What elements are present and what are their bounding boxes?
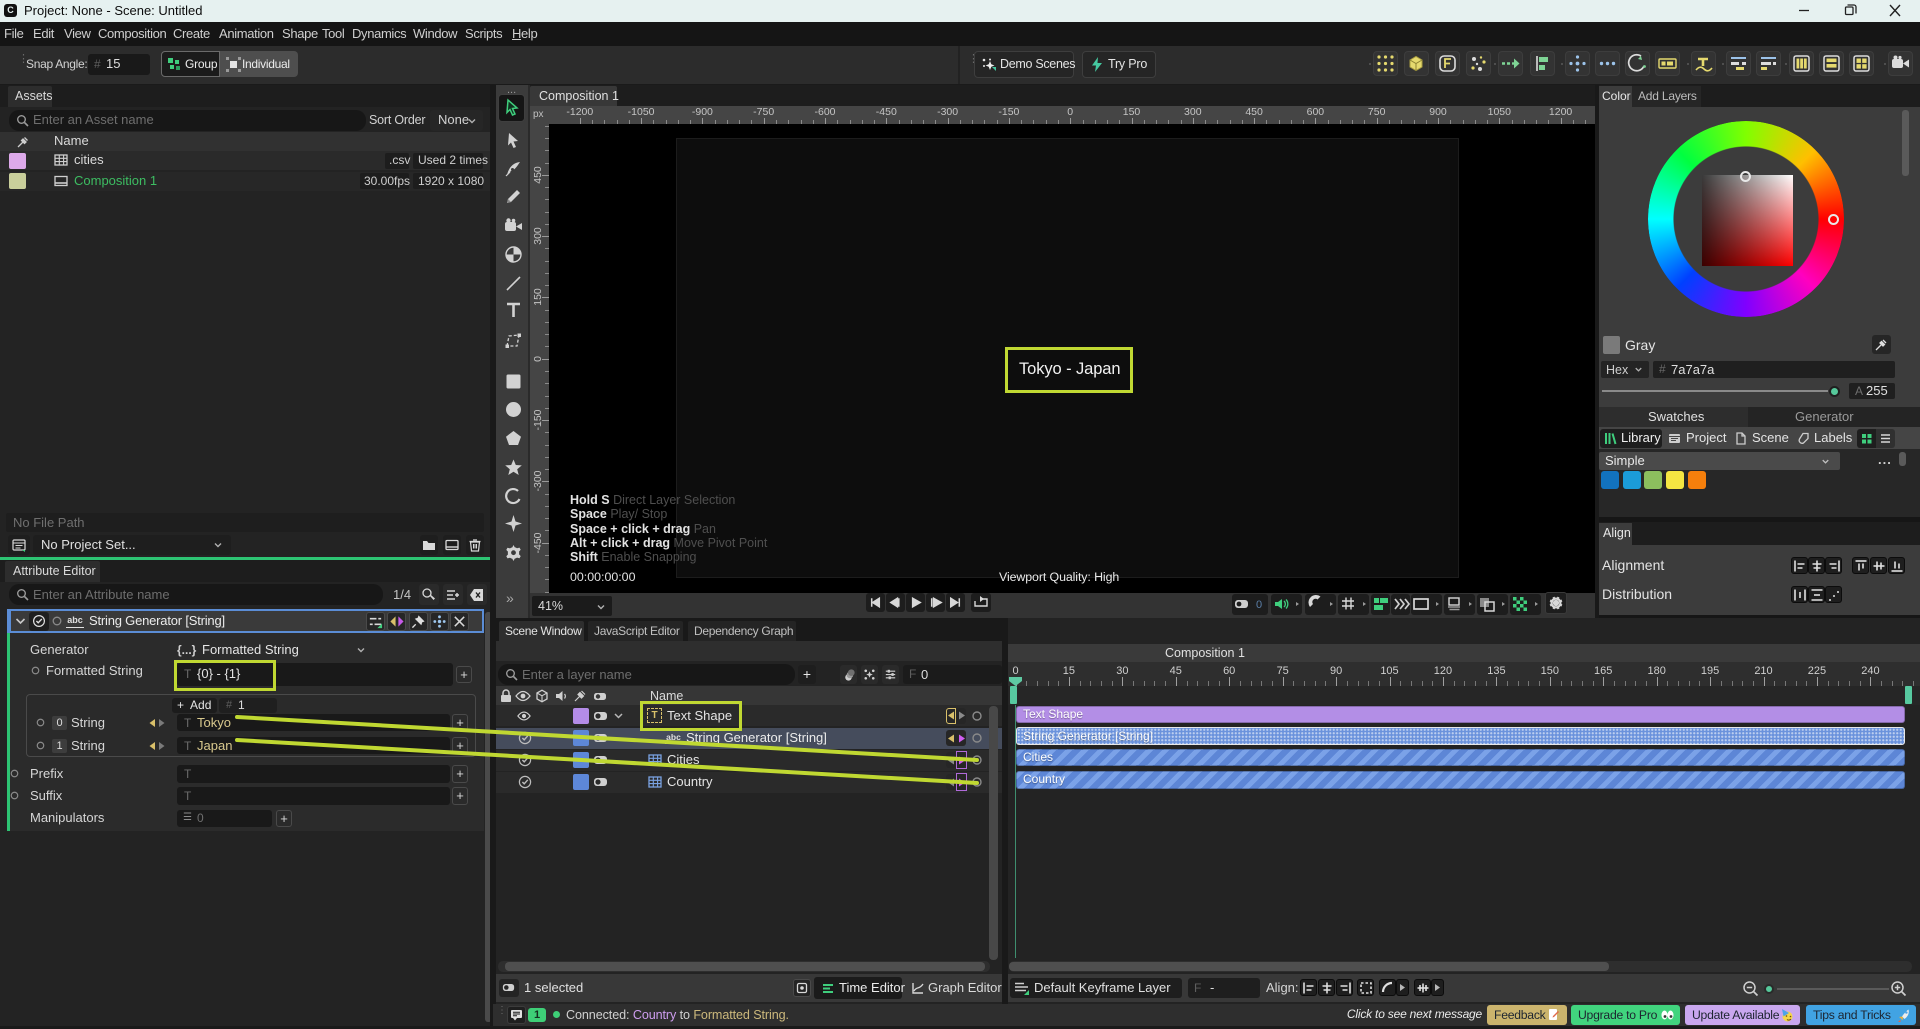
svg-text:0: 0 — [1256, 599, 1262, 611]
